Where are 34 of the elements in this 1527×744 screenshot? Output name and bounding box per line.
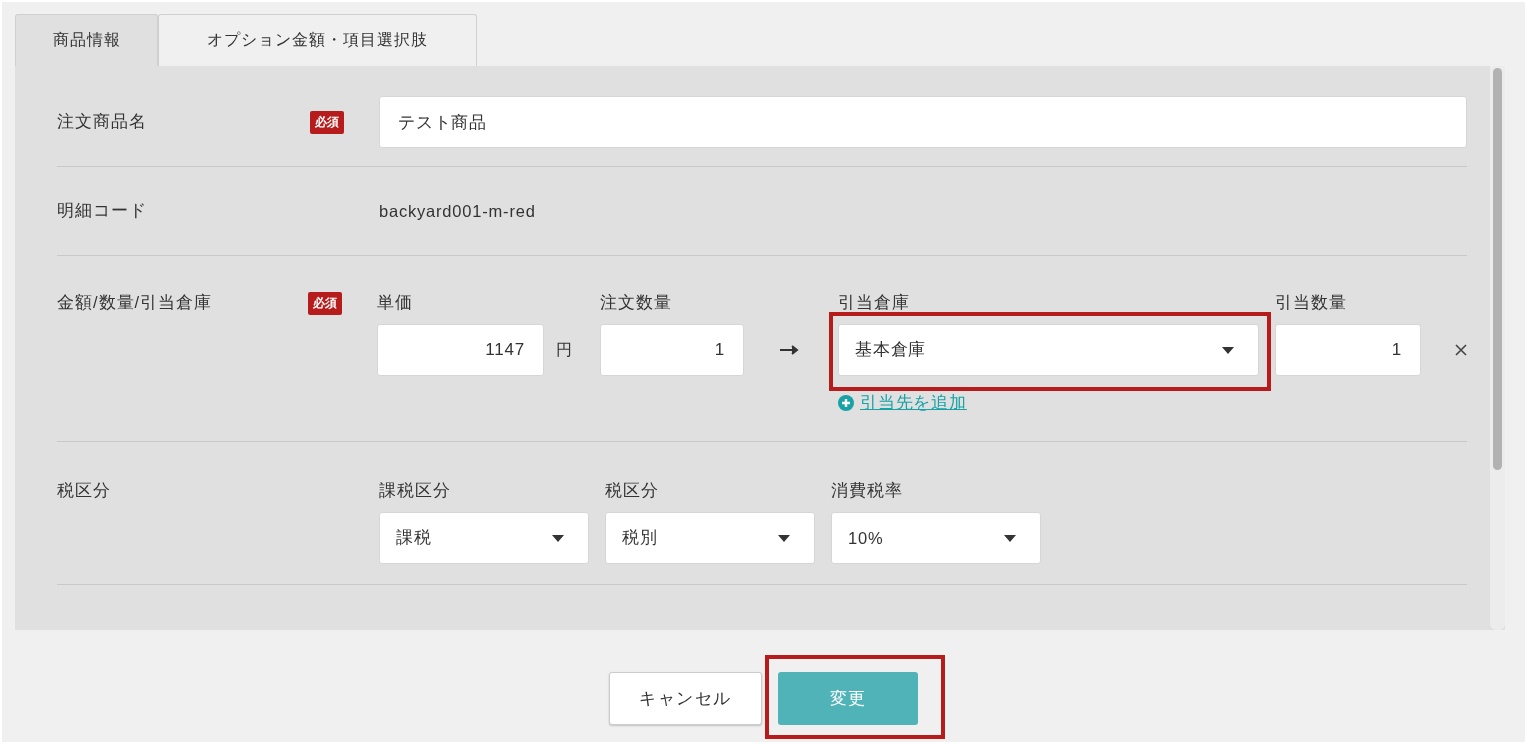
tab[interactable]: オプション金額・項目選択肢 xyxy=(158,14,477,66)
tax-select[interactable]: 税別 xyxy=(605,512,815,564)
caret-icon xyxy=(552,534,564,542)
field-label: 単価 xyxy=(377,292,414,312)
field-label: 注文商品名 xyxy=(57,111,148,132)
caret-icon xyxy=(778,534,790,542)
unit-label: 円 xyxy=(556,339,572,360)
field-label: 引当数量 xyxy=(1275,292,1348,312)
field-label: 税区分 xyxy=(605,480,660,500)
field-label: 金額/数量/引当倉庫 xyxy=(57,292,214,313)
warehouse-select[interactable]: 基本倉庫 xyxy=(838,324,1259,376)
field-label: 税区分 xyxy=(57,480,112,501)
tax-select[interactable]: 課税 xyxy=(379,512,589,564)
detail-code: backyard001-m-red xyxy=(379,201,536,220)
cancel-button[interactable]: キャンセル xyxy=(609,672,762,725)
field-label: 消費税率 xyxy=(831,480,904,500)
plus-icon xyxy=(838,395,854,411)
field-label: 課税区分 xyxy=(379,480,452,500)
product-name-field[interactable]: テスト商品 xyxy=(379,96,1467,148)
close-icon[interactable] xyxy=(1455,344,1467,356)
field-label: 引当倉庫 xyxy=(838,292,911,312)
tax-select[interactable]: 10% xyxy=(831,512,1041,564)
order-quantity-field[interactable]: 1 xyxy=(600,324,744,376)
arrow-icon xyxy=(780,345,800,355)
scrollbar[interactable] xyxy=(1490,66,1505,630)
required-badge: 必須 xyxy=(308,292,343,315)
field-label: 明細コード xyxy=(57,200,148,221)
caret-icon xyxy=(1004,534,1016,542)
allocated-quantity-field[interactable]: 1 xyxy=(1275,324,1421,376)
field-label: 注文数量 xyxy=(600,292,673,312)
tab[interactable]: 商品情報 xyxy=(15,14,158,66)
unit-price-field[interactable]: 1147 xyxy=(377,324,544,376)
caret-icon xyxy=(1222,346,1234,354)
required-badge: 必須 xyxy=(310,110,344,134)
